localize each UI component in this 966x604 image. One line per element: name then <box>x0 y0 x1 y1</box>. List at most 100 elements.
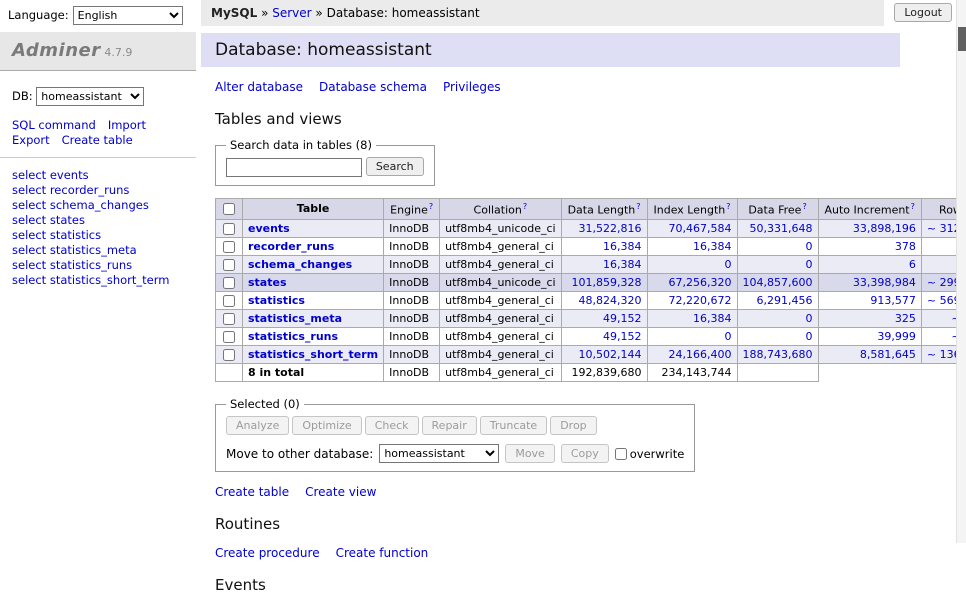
link-create-table[interactable]: Create table <box>215 485 289 499</box>
link-database-schema[interactable]: Database schema <box>319 80 427 94</box>
data-free-link-events[interactable]: 50,331,648 <box>750 222 813 235</box>
data-free-cell: 6,291,456 <box>737 292 818 310</box>
table-link-events[interactable]: events <box>248 222 290 235</box>
data-free-link-schema-changes[interactable]: 0 <box>806 258 813 271</box>
data-length-link-recorder-runs[interactable]: 16,384 <box>603 240 642 253</box>
check-button[interactable]: Check <box>365 416 419 435</box>
row-checkbox-recorder-runs[interactable] <box>223 241 235 253</box>
move-button[interactable]: Move <box>505 444 555 463</box>
data-length-link-statistics-meta[interactable]: 49,152 <box>603 312 642 325</box>
table-link-statistics[interactable]: statistics <box>248 294 305 307</box>
repair-button[interactable]: Repair <box>422 416 477 435</box>
row-checkbox-states[interactable] <box>223 277 235 289</box>
sidebar-link-create-table[interactable]: Create table <box>62 133 133 147</box>
data-length-link-statistics-runs[interactable]: 49,152 <box>603 330 642 343</box>
total-data-free <box>737 364 818 382</box>
data-length-link-states[interactable]: 101,859,328 <box>572 276 642 289</box>
index-length-link-events[interactable]: 70,467,584 <box>669 222 732 235</box>
checkbox-cell <box>216 274 243 292</box>
help-link-auto-increment[interactable]: ? <box>911 202 915 211</box>
sidebar-select-schema-changes[interactable]: select schema_changes <box>12 198 149 212</box>
help-link-data-length[interactable]: ? <box>636 202 640 211</box>
sidebar-link-sql-command[interactable]: SQL command <box>12 118 96 132</box>
data-length-link-schema-changes[interactable]: 16,384 <box>603 258 642 271</box>
language-bar: Language:English <box>0 0 196 29</box>
table-link-statistics-short-term[interactable]: statistics_short_term <box>248 348 378 361</box>
link-privileges[interactable]: Privileges <box>443 80 501 94</box>
data-length-link-events[interactable]: 31,522,816 <box>579 222 642 235</box>
row-checkbox-statistics-runs[interactable] <box>223 331 235 343</box>
row-checkbox-statistics-short-term[interactable] <box>223 349 235 361</box>
vertical-scrollbar[interactable] <box>956 0 966 543</box>
sidebar-select-recorder-runs[interactable]: select recorder_runs <box>12 183 129 197</box>
index-length-link-statistics-short-term[interactable]: 24,166,400 <box>669 348 732 361</box>
breadcrumb-link-mysql[interactable]: MySQL <box>211 6 257 20</box>
table-link-schema-changes[interactable]: schema_changes <box>248 258 352 271</box>
auto-increment-link-events[interactable]: 33,898,196 <box>853 222 916 235</box>
link-create-view[interactable]: Create view <box>305 485 376 499</box>
data-free-link-statistics-short-term[interactable]: 188,743,680 <box>743 348 813 361</box>
top-row: MySQL » Server » Database: homeassistant… <box>196 0 956 26</box>
index-length-link-statistics[interactable]: 72,220,672 <box>669 294 732 307</box>
help-link-collation[interactable]: ? <box>523 202 527 211</box>
index-length-link-statistics-runs[interactable]: 0 <box>725 330 732 343</box>
index-length-link-recorder-runs[interactable]: 16,384 <box>693 240 732 253</box>
link-create-function[interactable]: Create function <box>336 546 429 560</box>
table-link-statistics-meta[interactable]: statistics_meta <box>248 312 342 325</box>
db-select[interactable]: homeassistant <box>36 87 144 106</box>
index-length-link-statistics-meta[interactable]: 16,384 <box>693 312 732 325</box>
sidebar-link-export[interactable]: Export <box>12 133 50 147</box>
sidebar-select-statistics-runs[interactable]: select statistics_runs <box>12 258 132 272</box>
table-link-states[interactable]: states <box>248 276 287 289</box>
row-checkbox-statistics[interactable] <box>223 295 235 307</box>
sidebar-select-states[interactable]: select states <box>12 213 85 227</box>
row-checkbox-events[interactable] <box>223 223 235 235</box>
optimize-button[interactable]: Optimize <box>292 416 361 435</box>
auto-increment-link-states[interactable]: 33,398,984 <box>853 276 916 289</box>
sidebar-link-import[interactable]: Import <box>108 118 146 132</box>
scrollbar-thumb[interactable] <box>958 27 966 51</box>
sidebar-select-statistics-meta[interactable]: select statistics_meta <box>12 243 137 257</box>
language-select[interactable]: English <box>73 6 183 25</box>
table-link-statistics-runs[interactable]: statistics_runs <box>248 330 338 343</box>
sidebar-select-statistics[interactable]: select statistics <box>12 228 101 242</box>
truncate-button[interactable]: Truncate <box>480 416 547 435</box>
link-alter-database[interactable]: Alter database <box>215 80 303 94</box>
table-name-cell: recorder_runs <box>243 238 384 256</box>
index-length-link-states[interactable]: 67,256,320 <box>669 276 732 289</box>
select-all-checkbox[interactable] <box>223 203 235 215</box>
index-length-link-schema-changes[interactable]: 0 <box>725 258 732 271</box>
help-link-data-free[interactable]: ? <box>802 202 806 211</box>
row-checkbox-statistics-meta[interactable] <box>223 313 235 325</box>
help-link-index-length[interactable]: ? <box>726 202 730 211</box>
search-button[interactable]: Search <box>366 157 424 176</box>
sidebar-main-links: SQL command Import Export Create table <box>12 118 184 147</box>
sidebar-select-statistics-short-term[interactable]: select statistics_short_term <box>12 273 169 287</box>
overwrite-checkbox[interactable] <box>615 448 627 460</box>
data-free-link-statistics-runs[interactable]: 0 <box>806 330 813 343</box>
auto-increment-link-schema-changes[interactable]: 6 <box>909 258 916 271</box>
logout-button[interactable]: Logout <box>894 3 952 22</box>
copy-button[interactable]: Copy <box>561 444 609 463</box>
breadcrumb-link-server[interactable]: Server <box>272 6 311 20</box>
auto-increment-link-statistics-runs[interactable]: 39,999 <box>877 330 916 343</box>
row-checkbox-schema-changes[interactable] <box>223 259 235 271</box>
move-db-select[interactable]: homeassistant <box>379 444 499 463</box>
drop-button[interactable]: Drop <box>550 416 596 435</box>
auto-increment-link-recorder-runs[interactable]: 378 <box>895 240 916 253</box>
analyze-button[interactable]: Analyze <box>226 416 289 435</box>
table-link-recorder-runs[interactable]: recorder_runs <box>248 240 334 253</box>
data-length-link-statistics[interactable]: 48,824,320 <box>579 294 642 307</box>
data-length-link-statistics-short-term[interactable]: 10,502,144 <box>579 348 642 361</box>
data-free-link-recorder-runs[interactable]: 0 <box>806 240 813 253</box>
sidebar-select-events[interactable]: select events <box>12 168 89 182</box>
auto-increment-link-statistics[interactable]: 913,577 <box>870 294 916 307</box>
link-create-procedure[interactable]: Create procedure <box>215 546 320 560</box>
help-link-engine[interactable]: ? <box>429 202 433 211</box>
data-free-link-statistics[interactable]: 6,291,456 <box>757 294 813 307</box>
auto-increment-link-statistics-short-term[interactable]: 8,581,645 <box>860 348 916 361</box>
data-free-link-states[interactable]: 104,857,600 <box>743 276 813 289</box>
search-input[interactable] <box>226 158 362 177</box>
auto-increment-link-statistics-meta[interactable]: 325 <box>895 312 916 325</box>
data-free-link-statistics-meta[interactable]: 0 <box>806 312 813 325</box>
